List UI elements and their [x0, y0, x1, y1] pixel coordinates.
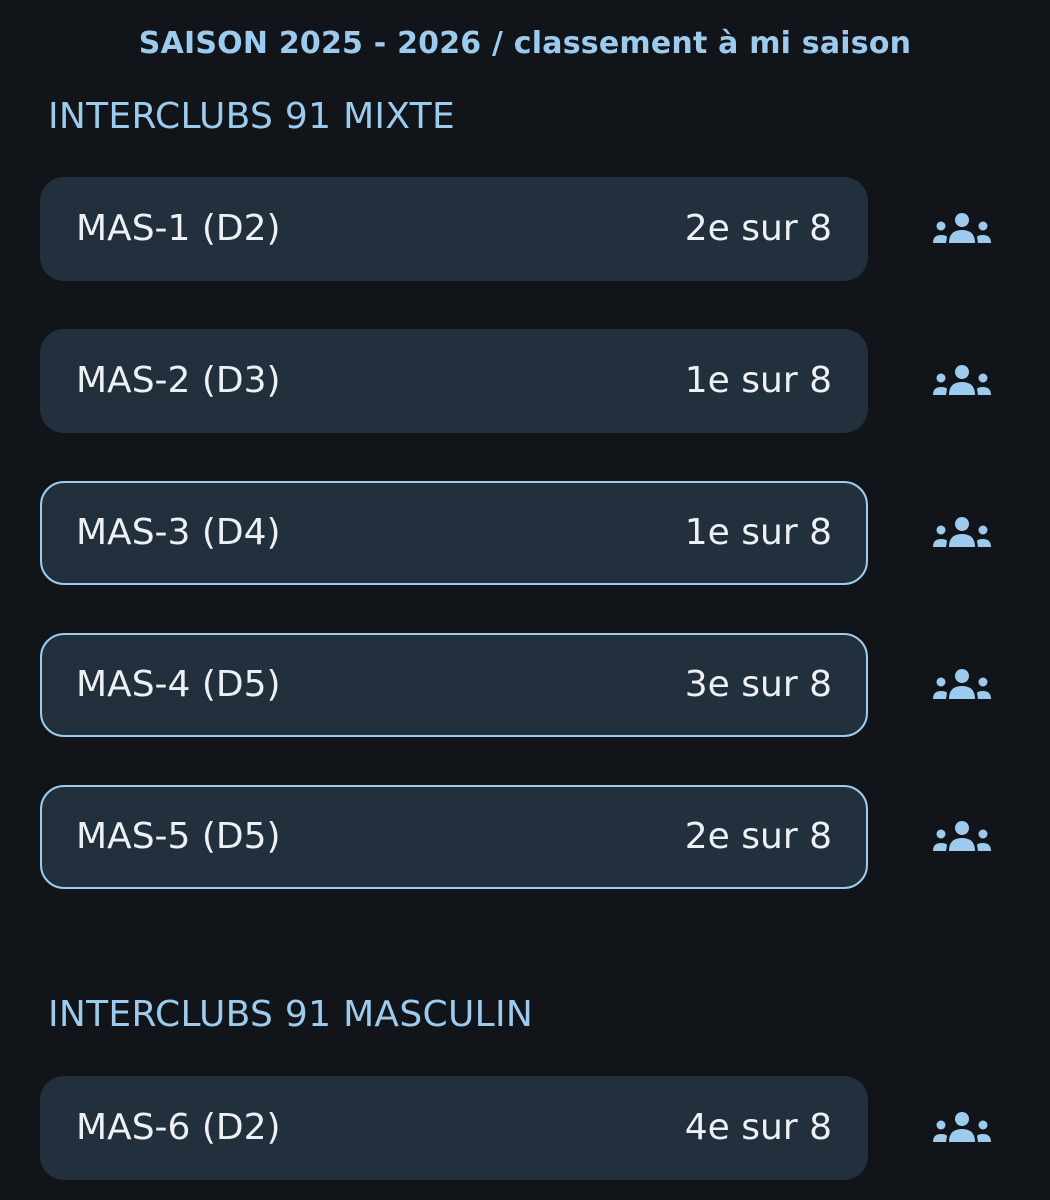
- team-row: MAS-4 (D5) 3e sur 8: [40, 633, 1050, 739]
- groups-icon[interactable]: [920, 1098, 1004, 1158]
- team-name: MAS-5 (D5): [76, 816, 281, 857]
- team-rank: 1e sur 8: [684, 512, 832, 553]
- team-row: MAS-1 (D2) 2e sur 8: [40, 177, 1050, 283]
- groups-icon[interactable]: [920, 351, 1004, 411]
- groups-icon[interactable]: [920, 503, 1004, 563]
- groups-icon[interactable]: [920, 655, 1004, 715]
- team-row: MAS-6 (D2) 4e sur 8: [40, 1076, 1050, 1182]
- team-rank: 2e sur 8: [684, 208, 832, 249]
- team-card-mas-6[interactable]: MAS-6 (D2) 4e sur 8: [40, 1076, 868, 1180]
- team-name: MAS-4 (D5): [76, 664, 281, 705]
- team-rank: 1e sur 8: [684, 360, 832, 401]
- section-heading-mixte: INTERCLUBS 91 MIXTE: [48, 96, 456, 137]
- team-card-mas-2[interactable]: MAS-2 (D3) 1e sur 8: [40, 329, 868, 433]
- team-rank: 2e sur 8: [684, 816, 832, 857]
- standings-page: SAISON 2025 - 2026 / classement à mi sai…: [0, 0, 1050, 1200]
- team-row: MAS-5 (D5) 2e sur 8: [40, 785, 1050, 891]
- team-card-mas-3[interactable]: MAS-3 (D4) 1e sur 8: [40, 481, 868, 585]
- season-title: SAISON 2025 - 2026 / classement à mi sai…: [138, 26, 912, 61]
- team-name: MAS-3 (D4): [76, 512, 281, 553]
- team-row: MAS-3 (D4) 1e sur 8: [40, 481, 1050, 587]
- team-rank: 4e sur 8: [684, 1107, 832, 1148]
- team-row: MAS-2 (D3) 1e sur 8: [40, 329, 1050, 435]
- groups-icon[interactable]: [920, 199, 1004, 259]
- team-card-mas-1[interactable]: MAS-1 (D2) 2e sur 8: [40, 177, 868, 281]
- team-name: MAS-6 (D2): [76, 1107, 281, 1148]
- team-name: MAS-1 (D2): [76, 208, 281, 249]
- section-heading-masculin: INTERCLUBS 91 MASCULIN: [48, 994, 534, 1035]
- groups-icon[interactable]: [920, 807, 1004, 867]
- team-name: MAS-2 (D3): [76, 360, 281, 401]
- team-card-mas-4[interactable]: MAS-4 (D5) 3e sur 8: [40, 633, 868, 737]
- team-card-mas-5[interactable]: MAS-5 (D5) 2e sur 8: [40, 785, 868, 889]
- team-rank: 3e sur 8: [684, 664, 832, 705]
